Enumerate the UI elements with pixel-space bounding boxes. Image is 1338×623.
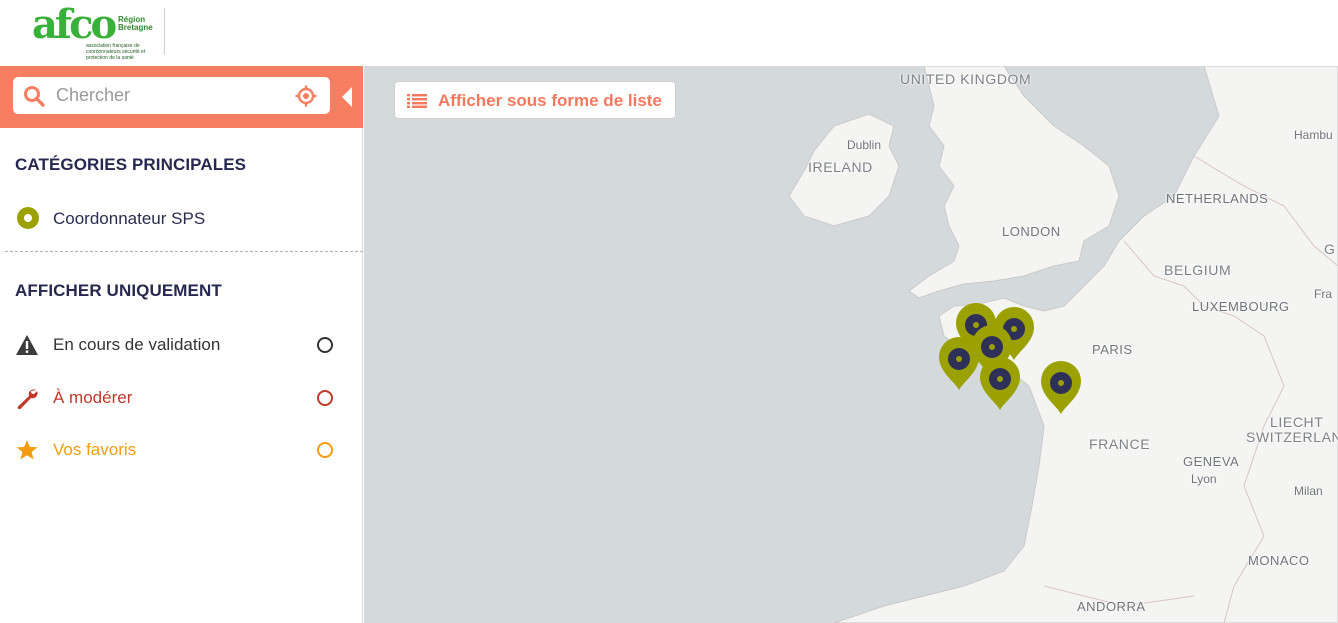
section-divider (5, 251, 363, 252)
map-label-dublin: Dublin (847, 138, 882, 152)
wrench-icon (17, 389, 38, 409)
warning-icon (16, 335, 38, 355)
category-coordonnateur-sps[interactable]: Coordonnateur SPS (15, 206, 345, 230)
list-view-button[interactable]: Afficher sous forme de liste (394, 81, 676, 119)
map-label-switzerland: SWITZERLAN (1246, 429, 1338, 445)
map-label-netherlands: NETHERLANDS (1166, 191, 1269, 206)
map-label-germany: G (1324, 241, 1336, 257)
logo-brand: afco (32, 1, 117, 48)
category-dot-icon (17, 207, 39, 229)
map-label-monaco: MONACO (1248, 553, 1310, 568)
filter-label: En cours de validation (53, 335, 221, 354)
map-label-luxembourg: LUXEMBOURG (1192, 299, 1290, 314)
filter-radio[interactable] (317, 442, 333, 458)
star-icon (16, 440, 38, 460)
logo-region: Région Bretagne (118, 15, 153, 32)
filter-label: À modérer (53, 388, 133, 407)
filter-label: Vos favoris (53, 440, 137, 459)
collapse-sidebar-icon[interactable] (341, 86, 353, 108)
list-view-label: Afficher sous forme de liste (438, 91, 662, 110)
search-bar (0, 66, 363, 128)
filters-title: AFFICHER UNIQUEMENT (15, 281, 222, 300)
filter-radio[interactable] (317, 337, 333, 353)
map-label-geneva: GENEVA (1183, 454, 1240, 469)
map-marker[interactable] (978, 356, 1022, 412)
logo-divider (164, 8, 165, 55)
afco-logo[interactable]: afco Région Bretagne association françai… (30, 3, 166, 61)
search-box[interactable] (13, 77, 330, 114)
map-label-frankfurt: Fra (1314, 287, 1332, 301)
app-header: afco Région Bretagne association françai… (0, 0, 1338, 66)
logo-subtitle: association française de coordonnateurs … (86, 43, 146, 61)
map-label-uk: UNITED KINGDOM (900, 71, 1032, 87)
filter-radio[interactable] (317, 390, 333, 406)
filter-favorites[interactable]: Vos favoris (15, 437, 345, 463)
category-label: Coordonnateur SPS (53, 209, 206, 228)
map-label-lyon: Lyon (1191, 472, 1217, 486)
map-marker[interactable] (1039, 360, 1083, 416)
map-label-london: LONDON (1002, 224, 1061, 239)
map-view[interactable]: UNITED KINGDOM IRELAND Dublin LONDON NET… (364, 66, 1338, 623)
map-label-liechtenstein: LIECHT (1270, 414, 1324, 430)
map-label-hamburg: Hambu (1294, 128, 1333, 142)
map-label-paris: PARIS (1092, 342, 1133, 357)
search-input[interactable] (56, 83, 286, 108)
filter-pending-validation[interactable]: En cours de validation (15, 332, 345, 358)
map-label-belgium: BELGIUM (1164, 262, 1232, 278)
search-icon[interactable] (23, 85, 45, 107)
map-label-milan: Milan (1294, 484, 1323, 498)
filter-to-moderate[interactable]: À modérer (15, 385, 345, 411)
map-label-france: FRANCE (1089, 436, 1151, 452)
sidebar: CATÉGORIES PRINCIPALES Coordonnateur SPS… (0, 66, 363, 623)
map-label-ireland: IRELAND (808, 159, 873, 175)
categories-title: CATÉGORIES PRINCIPALES (15, 155, 247, 174)
list-icon (407, 94, 427, 108)
geolocate-icon[interactable] (295, 85, 317, 107)
map-label-andorra: ANDORRA (1077, 599, 1146, 614)
